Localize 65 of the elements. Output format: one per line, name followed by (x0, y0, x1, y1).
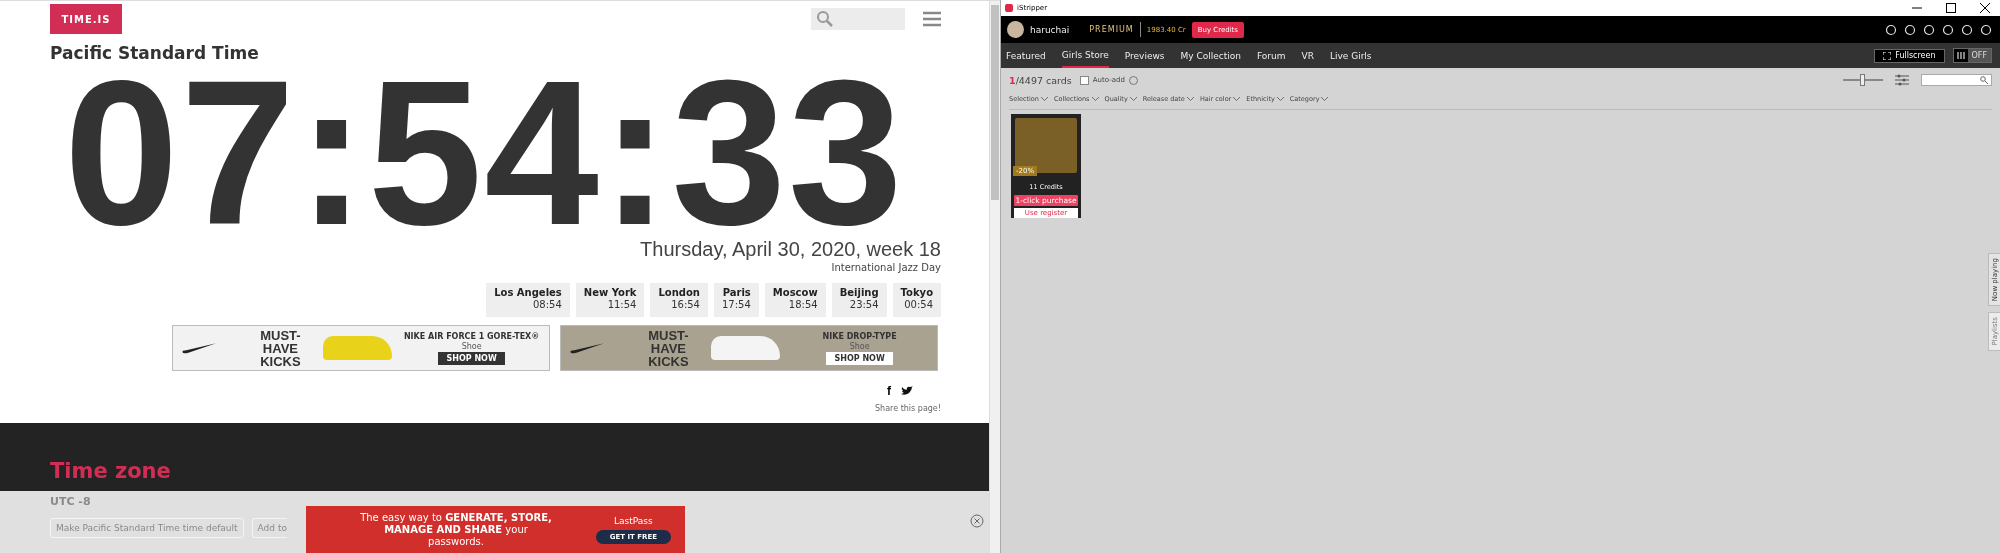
nav-tab[interactable]: Live Girls (1329, 43, 1372, 68)
ad-brand: LastPass (614, 516, 653, 526)
logo[interactable]: TIME.IS (50, 4, 122, 34)
search-field[interactable] (811, 8, 905, 30)
city-clock[interactable]: Paris 17:54 (714, 283, 759, 317)
share-caption: Share this page! (875, 404, 941, 413)
holiday-link[interactable]: International Jazz Day (831, 262, 941, 273)
chevron-down-icon (1186, 97, 1194, 101)
nav-tab[interactable]: Previews (1124, 43, 1165, 68)
checkbox[interactable] (1079, 75, 1089, 85)
shoe-picture (710, 336, 781, 360)
menu-icon[interactable] (923, 11, 941, 27)
city-clock[interactable]: London 16:54 (650, 283, 708, 317)
filter-sliders-icon[interactable] (1895, 74, 1909, 86)
toggle-switch[interactable]: OFF (1952, 48, 1992, 63)
nav-tab[interactable]: VR (1301, 43, 1314, 68)
shop-now-button[interactable]: SHOP NOW (438, 351, 505, 365)
city-clock[interactable]: Beijing 23:54 (831, 283, 887, 317)
product-category: Shoe (461, 341, 482, 351)
shoe-picture (322, 336, 393, 360)
chevron-down-icon (1321, 97, 1329, 101)
utc-offset: UTC -8 (50, 495, 92, 508)
shop-now-button[interactable]: SHOP NOW (826, 351, 893, 365)
zone-title: Pacific Standard Time (50, 43, 260, 63)
maximize-icon[interactable] (1946, 3, 1956, 13)
product-name: NIKE DROP-TYPE (822, 331, 897, 341)
photo-placeholder (1015, 118, 1077, 173)
card-count: 1/4497 cards (1009, 74, 1072, 86)
app-logo-icon (1005, 4, 1013, 12)
search-icon (1980, 76, 1988, 84)
chevron-down-icon (1276, 97, 1284, 101)
nav-tab[interactable]: My Collection (1180, 43, 1241, 68)
scrollbar-thumb[interactable] (991, 5, 999, 200)
username[interactable]: haruchai (1030, 24, 1070, 35)
city-clock[interactable]: Los Angeles 08:54 (486, 283, 570, 317)
facebook-icon[interactable]: f (887, 384, 891, 398)
date-text: Thursday, April 30, 2020, week 18 (640, 238, 941, 261)
city-clock[interactable]: New York 11:54 (575, 283, 645, 317)
membership-label: PREMIUM (1089, 25, 1134, 34)
city-clock[interactable]: Tokyo 00:54 (892, 283, 941, 317)
search-field[interactable] (1921, 74, 1992, 86)
ad-text: The easy way to GENERATE, STORE, MANAGE AND SHARE your passwords. (359, 512, 553, 548)
product-category: Shoe (849, 341, 870, 351)
avatar[interactable] (1007, 21, 1024, 38)
chevron-down-icon (1091, 97, 1099, 101)
chevron-down-icon (1233, 97, 1241, 101)
chevron-down-icon (1040, 97, 1048, 101)
search-icon (816, 10, 834, 28)
expand-icon (1883, 51, 1892, 60)
bird-icon[interactable] (901, 386, 913, 396)
shoe-ad-banner[interactable]: MUST-HAVE KICKS NIKE AIR FORCE 1 GORE-TEX® Shoe SHOP NOW (172, 325, 550, 371)
product-name: NIKE AIR FORCE 1 GORE-TEX® (403, 331, 540, 341)
section-heading: Time zone (50, 459, 171, 483)
ad-headline: MUST-HAVE KICKS (647, 328, 690, 368)
slider-thumb[interactable] (1860, 74, 1865, 86)
columns-icon (1953, 49, 1968, 62)
close-icon[interactable] (1980, 3, 1990, 13)
fullscreen-button[interactable]: Fullscreen (1874, 48, 1945, 63)
chevron-down-icon (1129, 97, 1137, 101)
ad-headline: MUST-HAVE KICKS (259, 328, 302, 368)
shoe-ad-banner[interactable]: MUST-HAVE KICKS NIKE DROP-TYPE Shoe SHOP NOW (560, 325, 938, 371)
nav-tab[interactable]: Featured (1006, 43, 1046, 68)
clock-time: 07:54:33 (64, 68, 905, 238)
nav-tab[interactable]: Forum (1256, 43, 1286, 68)
city-clock[interactable]: Moscow 18:54 (764, 283, 826, 317)
